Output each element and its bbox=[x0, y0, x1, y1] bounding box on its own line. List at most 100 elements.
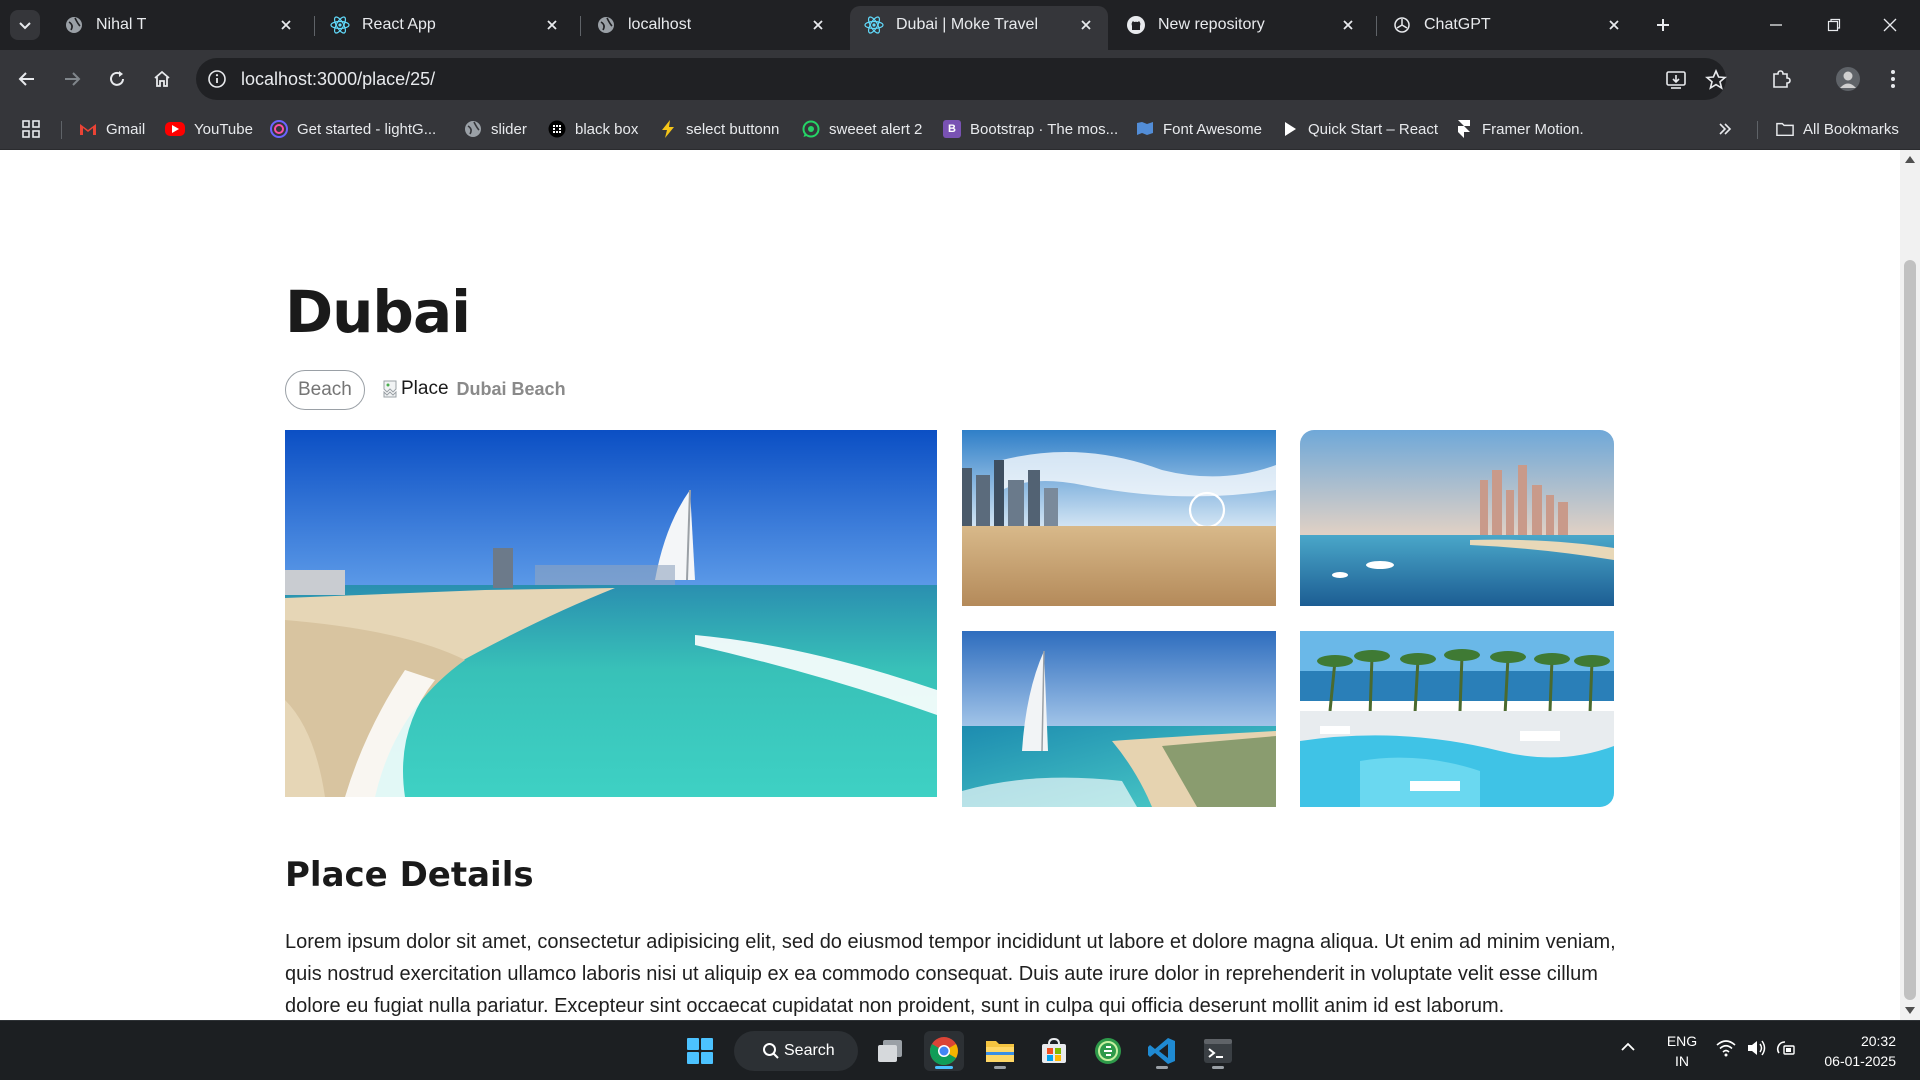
bookmark-black-box[interactable]: black box bbox=[548, 117, 638, 141]
scroll-down-arrow-icon[interactable] bbox=[1905, 1007, 1915, 1014]
bookmark-font-awesome[interactable]: Font Awesome bbox=[1136, 117, 1262, 141]
tab-react-app[interactable]: React App bbox=[316, 6, 574, 44]
taskbar-green-app[interactable] bbox=[1088, 1031, 1128, 1071]
wifi-icon bbox=[1716, 1040, 1736, 1057]
close-icon[interactable] bbox=[1604, 15, 1624, 35]
globe-icon bbox=[64, 15, 84, 35]
clock-time: 20:32 bbox=[1860, 1033, 1896, 1049]
home-button[interactable] bbox=[147, 64, 177, 94]
category-chip[interactable]: Beach bbox=[285, 370, 365, 410]
taskbar-search[interactable]: Search bbox=[734, 1031, 858, 1071]
more-bookmarks-button[interactable] bbox=[1718, 117, 1732, 141]
close-window-button[interactable] bbox=[1862, 0, 1918, 50]
taskbar-chrome[interactable] bbox=[924, 1031, 964, 1071]
chevron-up-icon bbox=[1621, 1042, 1635, 1051]
install-app-icon[interactable] bbox=[1664, 68, 1688, 92]
bookmark-label: black box bbox=[575, 120, 639, 138]
green-app-icon bbox=[1095, 1038, 1121, 1064]
close-icon[interactable] bbox=[1076, 15, 1096, 35]
bookmark-sweeet-alert-2[interactable]: sweeet alert 2 bbox=[802, 117, 922, 141]
tab-separator bbox=[314, 16, 315, 36]
all-bookmarks-folder[interactable]: All Bookmarks bbox=[1776, 117, 1899, 141]
address-bar[interactable]: localhost:3000/place/25/ bbox=[196, 58, 1728, 100]
fontawesome-icon bbox=[1136, 120, 1154, 138]
kebab-menu-icon bbox=[1891, 70, 1895, 88]
bookmark-lightgallery[interactable]: Get started - lightG... bbox=[270, 117, 436, 141]
scroll-up-arrow-icon[interactable] bbox=[1905, 156, 1915, 163]
tab-title: Nihal T bbox=[96, 16, 147, 33]
folder-icon bbox=[986, 1041, 1014, 1062]
tab-nihal-t[interactable]: Nihal T bbox=[50, 6, 308, 44]
bookmark-quick-start-react[interactable]: Quick Start – React bbox=[1281, 117, 1438, 141]
framer-icon bbox=[1455, 120, 1473, 138]
clock-date: 06-01-2025 bbox=[1824, 1053, 1896, 1069]
bookmark-select-buttonn[interactable]: select buttonn bbox=[659, 117, 779, 141]
show-hidden-icons-button[interactable] bbox=[1620, 1039, 1636, 1058]
taskbar-vscode[interactable] bbox=[1142, 1031, 1182, 1071]
beach-club-pool-photo[interactable] bbox=[1300, 631, 1614, 807]
start-button[interactable] bbox=[680, 1031, 720, 1071]
blackbox-icon bbox=[548, 120, 566, 138]
marina-skyline-water-photo[interactable] bbox=[1300, 430, 1614, 606]
puzzle-icon bbox=[1773, 70, 1791, 88]
github-icon bbox=[1126, 15, 1146, 35]
close-icon[interactable] bbox=[1338, 15, 1358, 35]
search-icon bbox=[763, 1043, 779, 1059]
tab-new-repository[interactable]: New repository bbox=[1112, 6, 1370, 44]
page-title: Dubai bbox=[285, 278, 471, 346]
bookmark-framer-motion[interactable]: Framer Motion. bbox=[1455, 117, 1584, 141]
close-icon[interactable] bbox=[276, 15, 296, 35]
clock[interactable]: 20:32 06-01-2025 bbox=[1812, 1031, 1896, 1071]
input-language-indicator[interactable]: ENG IN bbox=[1664, 1031, 1700, 1071]
lightgallery-icon bbox=[270, 120, 288, 138]
bookmark-youtube[interactable]: YouTube bbox=[165, 117, 253, 141]
arrow-right-icon bbox=[65, 72, 81, 86]
chatgpt-icon bbox=[1392, 15, 1412, 35]
bookmark-label: sweeet alert 2 bbox=[829, 120, 923, 138]
site-info-icon[interactable] bbox=[206, 68, 228, 90]
new-tab-button[interactable] bbox=[1650, 12, 1676, 38]
reload-button[interactable] bbox=[102, 64, 132, 94]
extensions-button[interactable] bbox=[1766, 64, 1796, 94]
section-title: Place Details bbox=[285, 855, 534, 895]
bookmark-slider[interactable]: slider bbox=[464, 117, 527, 141]
apps-button[interactable] bbox=[21, 117, 41, 141]
home-icon bbox=[154, 70, 170, 87]
profile-avatar[interactable] bbox=[1833, 64, 1863, 94]
url-text[interactable]: localhost:3000/place/25/ bbox=[241, 69, 435, 90]
bookmark-separator bbox=[61, 121, 62, 139]
place-image-broken: Place Dubai Beach bbox=[383, 378, 566, 400]
task-view-button[interactable] bbox=[870, 1031, 910, 1071]
network-volume-battery-group[interactable] bbox=[1716, 1039, 1796, 1057]
close-icon[interactable] bbox=[542, 15, 562, 35]
tab-search-button[interactable] bbox=[10, 10, 40, 40]
forward-button[interactable] bbox=[57, 64, 87, 94]
main-beach-burj-al-arab-photo[interactable] bbox=[285, 430, 937, 797]
tab-chatgpt[interactable]: ChatGPT bbox=[1378, 6, 1636, 44]
windows-logo-icon bbox=[687, 1038, 713, 1064]
bookmark-label: Quick Start – React bbox=[1308, 120, 1439, 138]
taskbar-terminal[interactable] bbox=[1198, 1031, 1238, 1071]
restore-button[interactable] bbox=[1806, 0, 1862, 50]
running-app-indicator bbox=[994, 1066, 1006, 1069]
bookmark-bootstrap[interactable]: B Bootstrap · The mos... bbox=[943, 117, 1118, 141]
back-button[interactable] bbox=[12, 64, 42, 94]
page-scrollbar[interactable] bbox=[1900, 150, 1920, 1020]
close-icon[interactable] bbox=[808, 15, 828, 35]
tab-localhost[interactable]: localhost bbox=[582, 6, 840, 44]
bookmark-star-icon[interactable] bbox=[1704, 68, 1728, 92]
bookmark-gmail[interactable]: Gmail bbox=[79, 117, 145, 141]
tab-title: React App bbox=[362, 16, 436, 33]
menu-button[interactable] bbox=[1878, 64, 1908, 94]
task-view-icon bbox=[878, 1040, 902, 1062]
running-app-indicator bbox=[1156, 1066, 1168, 1069]
burj-al-arab-aerial-photo[interactable] bbox=[962, 631, 1276, 807]
tab-dubai-moke-travel[interactable]: Dubai | Moke Travel bbox=[850, 6, 1108, 50]
windows-taskbar: Search ENG IN 20:32 06-01-2025 bbox=[0, 1020, 1920, 1080]
taskbar-microsoft-store[interactable] bbox=[1034, 1031, 1074, 1071]
taskbar-file-explorer[interactable] bbox=[980, 1031, 1020, 1071]
minimize-button[interactable] bbox=[1748, 0, 1804, 50]
bookmark-label: slider bbox=[491, 120, 527, 138]
sandy-beach-skyline-photo[interactable] bbox=[962, 430, 1276, 606]
scrollbar-thumb[interactable] bbox=[1904, 260, 1916, 1000]
